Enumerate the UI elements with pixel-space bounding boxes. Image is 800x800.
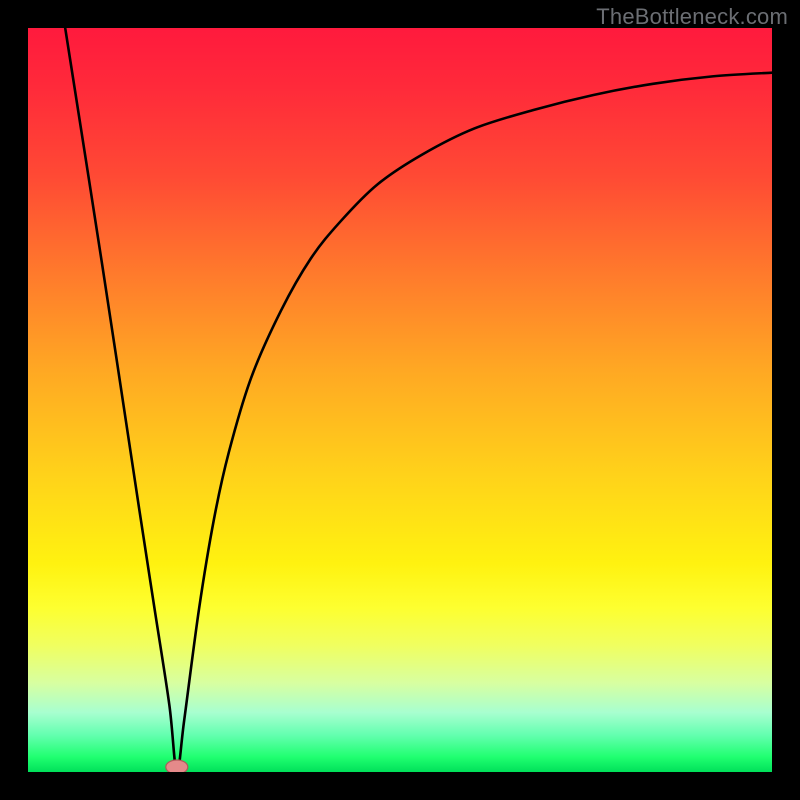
bottleneck-curve	[65, 28, 772, 772]
watermark-text: TheBottleneck.com	[596, 4, 788, 30]
curve-svg	[28, 28, 772, 772]
plot-area	[28, 28, 772, 772]
minimum-marker	[166, 760, 188, 772]
chart-frame: TheBottleneck.com	[0, 0, 800, 800]
